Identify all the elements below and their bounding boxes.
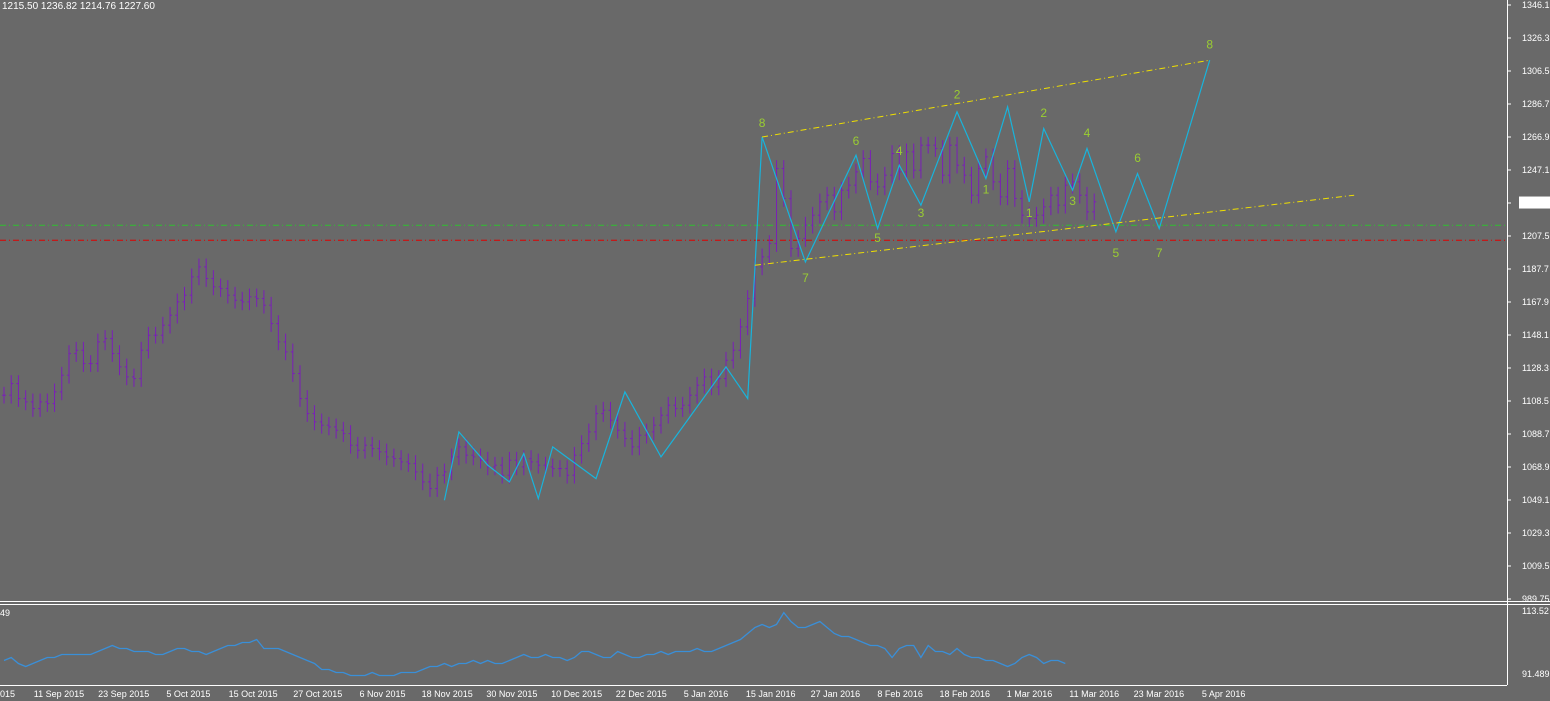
- price-tick-label: 1167.9: [1522, 297, 1549, 307]
- price-tick-label: 1326.3: [1522, 33, 1550, 43]
- price-tick-label: 1088.7: [1522, 429, 1550, 439]
- price-tick-label: 1029.3: [1522, 528, 1550, 538]
- date-label: 5 Jan 2016: [684, 689, 729, 699]
- zigzag-line-early: [443, 136, 763, 501]
- date-label: 6 Nov 2015: [359, 689, 405, 699]
- price-tick-label: 1068.9: [1522, 462, 1550, 472]
- price-tick-label: 1346.1: [1522, 0, 1550, 10]
- date-label: 5 Apr 2016: [1202, 689, 1246, 699]
- wave-label: 4: [896, 144, 903, 158]
- wave-label: 5: [874, 231, 881, 245]
- wave-label: 1: [983, 183, 990, 197]
- wave-label: 8: [759, 116, 766, 130]
- date-label: 11 Mar 2016: [1069, 689, 1119, 699]
- price-tick-label: 1148.1: [1522, 330, 1549, 340]
- channel-line-lower: [754, 194, 1355, 266]
- date-label: 2015: [0, 689, 15, 699]
- wave-label: 3: [918, 206, 925, 220]
- wave-label: 8: [1206, 38, 1213, 52]
- wave-label: 6: [853, 134, 860, 148]
- date-label: 27 Oct 2015: [293, 689, 342, 699]
- channel-line-upper: [762, 59, 1210, 138]
- date-label: 23 Sep 2015: [98, 689, 149, 699]
- indicator-tick-label: 91.489: [1522, 669, 1550, 679]
- wave-label: 2: [954, 88, 961, 102]
- price-tick-label: 1266.9: [1522, 132, 1550, 142]
- date-label: 10 Dec 2015: [551, 689, 602, 699]
- current-price-label: 1227.60: [1522, 198, 1550, 208]
- wave-label: 3: [1069, 194, 1076, 208]
- price-tick-label: 1207.5: [1522, 231, 1550, 241]
- wave-label: 7: [1156, 246, 1163, 260]
- date-label: 30 Nov 2015: [486, 689, 537, 699]
- date-label: 22 Dec 2015: [616, 689, 667, 699]
- price-tick-label: 1128.3: [1522, 363, 1549, 373]
- price-tick-label: 1009.5: [1522, 561, 1550, 571]
- date-label: 18 Nov 2015: [422, 689, 473, 699]
- wave-label: 6: [1134, 151, 1141, 165]
- price-tick-label: 1049.1: [1522, 495, 1550, 505]
- date-label: 11 Sep 2015: [34, 689, 84, 699]
- price-tick-label: 1108.5: [1522, 396, 1549, 406]
- price-chart[interactable]: 1346.11326.31306.51286.71266.91247.11227…: [0, 0, 1550, 701]
- date-label: 23 Mar 2016: [1134, 689, 1185, 699]
- wave-label: 1: [1026, 206, 1033, 220]
- date-label: 1 Mar 2016: [1007, 689, 1053, 699]
- indicator-line: [3, 611, 1066, 677]
- date-label: 15 Oct 2015: [229, 689, 278, 699]
- price-tick-label: 1187.7: [1522, 264, 1549, 274]
- wave-label: 2: [1040, 106, 1047, 120]
- date-label: 15 Jan 2016: [746, 689, 796, 699]
- date-label: 8 Feb 2016: [877, 689, 923, 699]
- wave-label: 7: [802, 271, 809, 285]
- date-label: 5 Oct 2015: [166, 689, 210, 699]
- indicator-tick-label: 113.52: [1522, 606, 1549, 616]
- price-tick-label: 989.75: [1522, 594, 1550, 604]
- price-tick-label: 1286.7: [1522, 99, 1550, 109]
- date-label: 18 Feb 2016: [940, 689, 991, 699]
- price-tick-label: 1306.5: [1522, 66, 1550, 76]
- wave-label: 5: [1113, 246, 1120, 260]
- wave-label: 4: [1084, 126, 1091, 140]
- price-tick-label: 1247.1: [1522, 165, 1550, 175]
- date-label: 27 Jan 2016: [811, 689, 861, 699]
